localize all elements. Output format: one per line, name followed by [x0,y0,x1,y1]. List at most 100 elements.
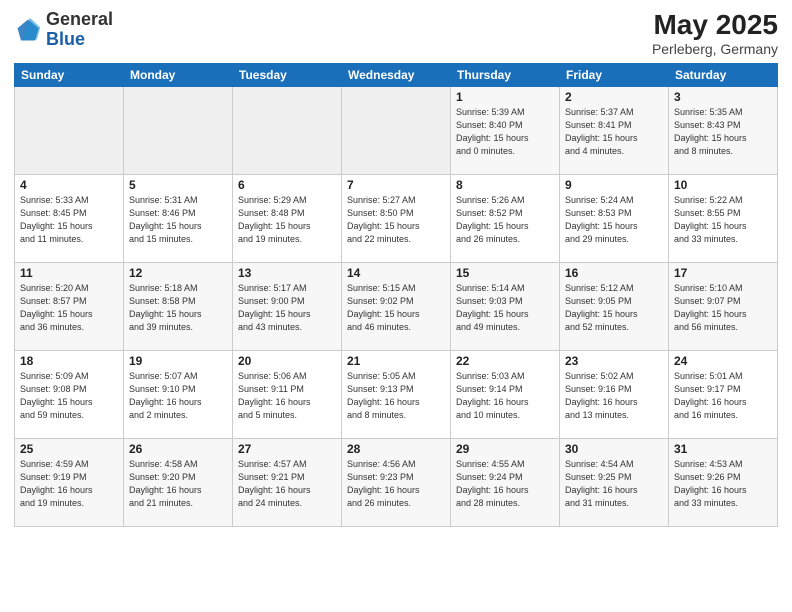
day-cell: 22 Sunrise: 5:03 AM Sunset: 9:14 PM Dayli… [451,350,560,438]
week-row-2: 4 Sunrise: 5:33 AM Sunset: 8:45 PM Daylig… [15,174,778,262]
day-cell [15,86,124,174]
day-cell: 5 Sunrise: 5:31 AM Sunset: 8:46 PM Daylig… [124,174,233,262]
day-number: 9 [565,178,663,192]
day-number: 13 [238,266,336,280]
logo-text: General Blue [46,10,113,50]
day-cell: 29Sunrise: 4:55 AM Sunset: 9:24 PM Dayli… [451,438,560,526]
day-info: Sunrise: 4:53 AM Sunset: 9:26 PM Dayligh… [674,458,772,510]
day-number: 31 [674,442,772,456]
col-header-tuesday: Tuesday [233,63,342,86]
day-number: 21 [347,354,445,368]
day-info: Sunrise: 4:55 AM Sunset: 9:24 PM Dayligh… [456,458,554,510]
day-number: 18 [20,354,118,368]
day-cell: 3Sunrise: 5:35 AM Sunset: 8:43 PM Daylig… [669,86,778,174]
day-cell: 8Sunrise: 5:26 AM Sunset: 8:52 PM Daylig… [451,174,560,262]
day-number: 16 [565,266,663,280]
day-number: 3 [674,90,772,104]
day-info: Sunrise: 5:31 AM Sunset: 8:46 PM Dayligh… [129,194,227,246]
day-number: 1 [456,90,554,104]
day-cell: 7Sunrise: 5:27 AM Sunset: 8:50 PM Daylig… [342,174,451,262]
day-cell: 20 Sunrise: 5:06 AM Sunset: 9:11 PM Dayli… [233,350,342,438]
day-number: 28 [347,442,445,456]
day-info: Sunrise: 5:20 AM Sunset: 8:57 PM Dayligh… [20,282,118,334]
day-info: Sunrise: 5:37 AM Sunset: 8:41 PM Dayligh… [565,106,663,158]
day-number: 14 [347,266,445,280]
day-number: 2 [565,90,663,104]
day-cell: 26 Sunrise: 4:58 AM Sunset: 9:20 PM Dayli… [124,438,233,526]
week-row-5: 25 Sunrise: 4:59 AM Sunset: 9:19 PM Dayli… [15,438,778,526]
day-info: Sunrise: 5:18 AM Sunset: 8:58 PM Dayligh… [129,282,227,334]
day-info: Sunrise: 4:56 AM Sunset: 9:23 PM Dayligh… [347,458,445,510]
day-cell: 18 Sunrise: 5:09 AM Sunset: 9:08 PM Dayli… [15,350,124,438]
day-number: 26 [129,442,227,456]
day-info: Sunrise: 5:09 AM Sunset: 9:08 PM Dayligh… [20,370,118,422]
day-cell: 19Sunrise: 5:07 AM Sunset: 9:10 PM Dayli… [124,350,233,438]
day-cell: 6Sunrise: 5:29 AM Sunset: 8:48 PM Daylig… [233,174,342,262]
day-number: 8 [456,178,554,192]
day-info: Sunrise: 5:06 AM Sunset: 9:11 PM Dayligh… [238,370,336,422]
day-info: Sunrise: 5:24 AM Sunset: 8:53 PM Dayligh… [565,194,663,246]
day-number: 5 [129,178,227,192]
col-header-monday: Monday [124,63,233,86]
day-cell: 9 Sunrise: 5:24 AM Sunset: 8:53 PM Daylig… [560,174,669,262]
col-header-wednesday: Wednesday [342,63,451,86]
day-cell: 2 Sunrise: 5:37 AM Sunset: 8:41 PM Daylig… [560,86,669,174]
day-cell: 27Sunrise: 4:57 AM Sunset: 9:21 PM Dayli… [233,438,342,526]
day-cell: 21Sunrise: 5:05 AM Sunset: 9:13 PM Dayli… [342,350,451,438]
day-cell: 23Sunrise: 5:02 AM Sunset: 9:16 PM Dayli… [560,350,669,438]
day-cell: 24 Sunrise: 5:01 AM Sunset: 9:17 PM Dayli… [669,350,778,438]
day-info: Sunrise: 4:54 AM Sunset: 9:25 PM Dayligh… [565,458,663,510]
day-info: Sunrise: 5:10 AM Sunset: 9:07 PM Dayligh… [674,282,772,334]
day-info: Sunrise: 4:57 AM Sunset: 9:21 PM Dayligh… [238,458,336,510]
day-info: Sunrise: 5:22 AM Sunset: 8:55 PM Dayligh… [674,194,772,246]
week-row-1: 1Sunrise: 5:39 AM Sunset: 8:40 PM Daylig… [15,86,778,174]
day-number: 12 [129,266,227,280]
logo-general: General [46,9,113,29]
day-cell: 13 Sunrise: 5:17 AM Sunset: 9:00 PM Dayli… [233,262,342,350]
day-info: Sunrise: 4:58 AM Sunset: 9:20 PM Dayligh… [129,458,227,510]
logo-blue: Blue [46,29,85,49]
day-cell: 15Sunrise: 5:14 AM Sunset: 9:03 PM Dayli… [451,262,560,350]
day-info: Sunrise: 5:15 AM Sunset: 9:02 PM Dayligh… [347,282,445,334]
day-number: 11 [20,266,118,280]
day-cell: 17 Sunrise: 5:10 AM Sunset: 9:07 PM Dayli… [669,262,778,350]
title-block: May 2025 Perleberg, Germany [652,10,778,57]
day-cell: 14 Sunrise: 5:15 AM Sunset: 9:02 PM Dayli… [342,262,451,350]
month-year: May 2025 [652,10,778,41]
col-header-sunday: Sunday [15,63,124,86]
day-info: Sunrise: 5:29 AM Sunset: 8:48 PM Dayligh… [238,194,336,246]
day-cell: 30 Sunrise: 4:54 AM Sunset: 9:25 PM Dayli… [560,438,669,526]
day-number: 20 [238,354,336,368]
day-cell: 1Sunrise: 5:39 AM Sunset: 8:40 PM Daylig… [451,86,560,174]
day-info: Sunrise: 5:33 AM Sunset: 8:45 PM Dayligh… [20,194,118,246]
day-number: 15 [456,266,554,280]
day-info: Sunrise: 5:02 AM Sunset: 9:16 PM Dayligh… [565,370,663,422]
day-number: 7 [347,178,445,192]
day-number: 17 [674,266,772,280]
day-number: 30 [565,442,663,456]
day-cell: 11 Sunrise: 5:20 AM Sunset: 8:57 PM Dayli… [15,262,124,350]
day-number: 10 [674,178,772,192]
day-info: Sunrise: 5:01 AM Sunset: 9:17 PM Dayligh… [674,370,772,422]
day-cell [233,86,342,174]
day-cell [342,86,451,174]
day-cell [124,86,233,174]
day-info: Sunrise: 4:59 AM Sunset: 9:19 PM Dayligh… [20,458,118,510]
day-info: Sunrise: 5:03 AM Sunset: 9:14 PM Dayligh… [456,370,554,422]
calendar-table: SundayMondayTuesdayWednesdayThursdayFrid… [14,63,778,527]
day-cell: 10 Sunrise: 5:22 AM Sunset: 8:55 PM Dayli… [669,174,778,262]
header: General Blue May 2025 Perleberg, Germany [14,10,778,57]
day-number: 22 [456,354,554,368]
logo-icon [14,16,42,44]
week-row-3: 11 Sunrise: 5:20 AM Sunset: 8:57 PM Dayli… [15,262,778,350]
day-number: 24 [674,354,772,368]
logo: General Blue [14,10,113,50]
day-cell: 16Sunrise: 5:12 AM Sunset: 9:05 PM Dayli… [560,262,669,350]
col-header-thursday: Thursday [451,63,560,86]
day-cell: 4 Sunrise: 5:33 AM Sunset: 8:45 PM Daylig… [15,174,124,262]
day-info: Sunrise: 5:17 AM Sunset: 9:00 PM Dayligh… [238,282,336,334]
location: Perleberg, Germany [652,41,778,57]
day-number: 4 [20,178,118,192]
day-number: 25 [20,442,118,456]
day-cell: 12 Sunrise: 5:18 AM Sunset: 8:58 PM Dayli… [124,262,233,350]
